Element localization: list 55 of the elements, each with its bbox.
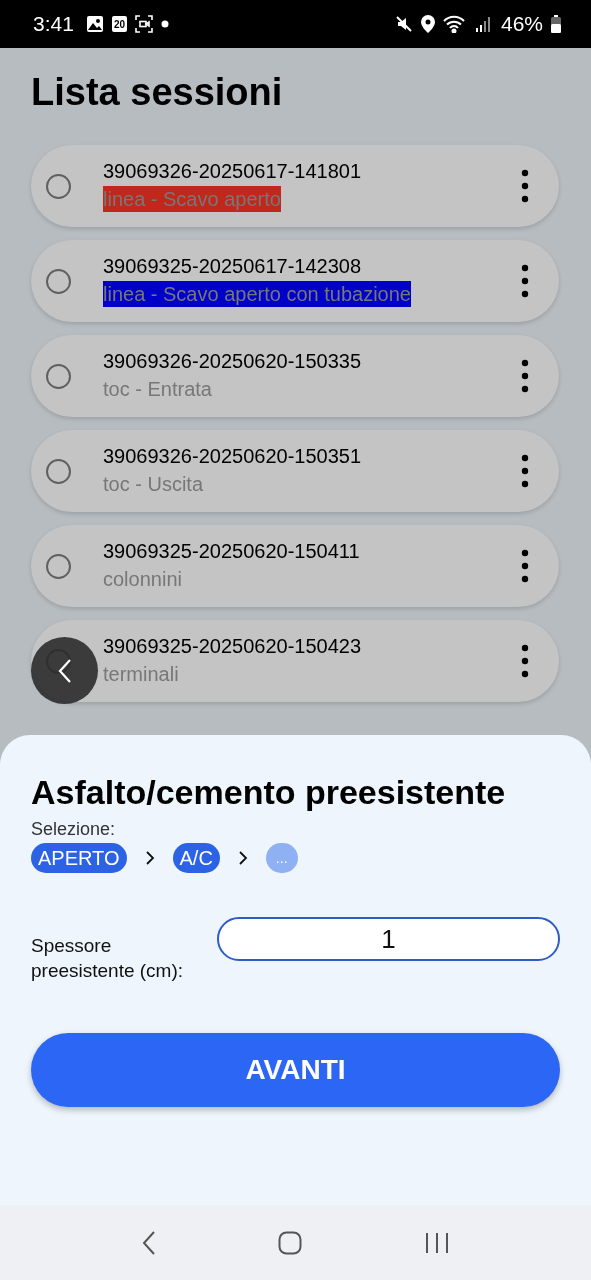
battery-icon	[551, 15, 561, 33]
selection-label: Selezione:	[31, 819, 116, 840]
more-icon[interactable]	[521, 264, 529, 298]
session-type: toc - Uscita	[103, 472, 204, 497]
location-icon	[420, 15, 435, 33]
recent-apps-icon[interactable]	[424, 1230, 451, 1255]
wifi-icon	[442, 15, 467, 33]
clock: 3:41	[33, 12, 74, 36]
next-button[interactable]: AVANTI	[31, 1033, 560, 1107]
session-code: 39069326-20250620-150335	[103, 350, 362, 373]
session-code: 39069326-20250617-141801	[103, 160, 362, 183]
radio-button[interactable]	[46, 363, 71, 389]
page-title: Lista sessioni	[31, 70, 284, 115]
chevron-icon	[144, 850, 155, 866]
step-chip: ...	[265, 843, 298, 873]
radio-button[interactable]	[46, 268, 71, 294]
field-label: Spessore preesistente (cm):	[31, 934, 185, 983]
more-icon[interactable]	[521, 359, 529, 393]
session-type: terminali	[103, 662, 179, 687]
battery-level: 46%	[500, 12, 543, 36]
session-card[interactable]: 39069325-20250617-142308 linea - Scavo aperto con tubazione	[31, 240, 559, 322]
home-icon[interactable]	[278, 1230, 303, 1255]
more-icon[interactable]	[521, 169, 529, 203]
calendar-day: 20	[111, 16, 127, 32]
radio-button[interactable]	[46, 458, 71, 484]
step-chip: A/C	[172, 843, 220, 873]
more-icon[interactable]	[521, 549, 529, 583]
radio-button[interactable]	[46, 553, 71, 579]
more-icon[interactable]	[521, 454, 529, 488]
session-type: linea - Scavo aperto	[103, 186, 281, 212]
chevron-icon	[237, 850, 248, 866]
session-card[interactable]: 39069325-20250620-150411 colonnini	[31, 525, 559, 607]
session-code: 39069326-20250620-150351	[103, 445, 362, 468]
session-card[interactable]: 39069326-20250620-150335 toc - Entrata	[31, 335, 559, 417]
screen-record-icon	[135, 15, 153, 33]
session-card[interactable]: 39069326-20250617-141801 linea - Scavo aperto	[31, 145, 559, 227]
more-icon[interactable]	[521, 644, 529, 678]
back-icon[interactable]	[140, 1229, 157, 1256]
thickness-field[interactable]: 1	[217, 917, 560, 961]
image-icon	[85, 15, 104, 33]
mute-icon	[394, 15, 413, 33]
session-card[interactable]: 39069325-20250620-150423 terminali	[31, 620, 559, 702]
dot-icon	[161, 20, 169, 28]
session-code: 39069325-20250617-142308	[103, 255, 362, 278]
back-icon	[57, 657, 72, 684]
session-type: colonnini	[103, 567, 182, 592]
session-type: linea - Scavo aperto con tubazione	[103, 281, 411, 307]
session-card[interactable]: 39069326-20250620-150351 toc - Uscita	[31, 430, 559, 512]
sheet-title: Asfalto/cemento preesistente	[31, 772, 506, 813]
step-chip: APERTO	[31, 843, 127, 873]
signal-icon	[474, 15, 491, 33]
session-type: toc - Entrata	[103, 377, 212, 402]
session-code: 39069325-20250620-150423	[103, 635, 362, 658]
session-code: 39069325-20250620-150411	[103, 540, 360, 563]
radio-button[interactable]	[46, 173, 71, 199]
